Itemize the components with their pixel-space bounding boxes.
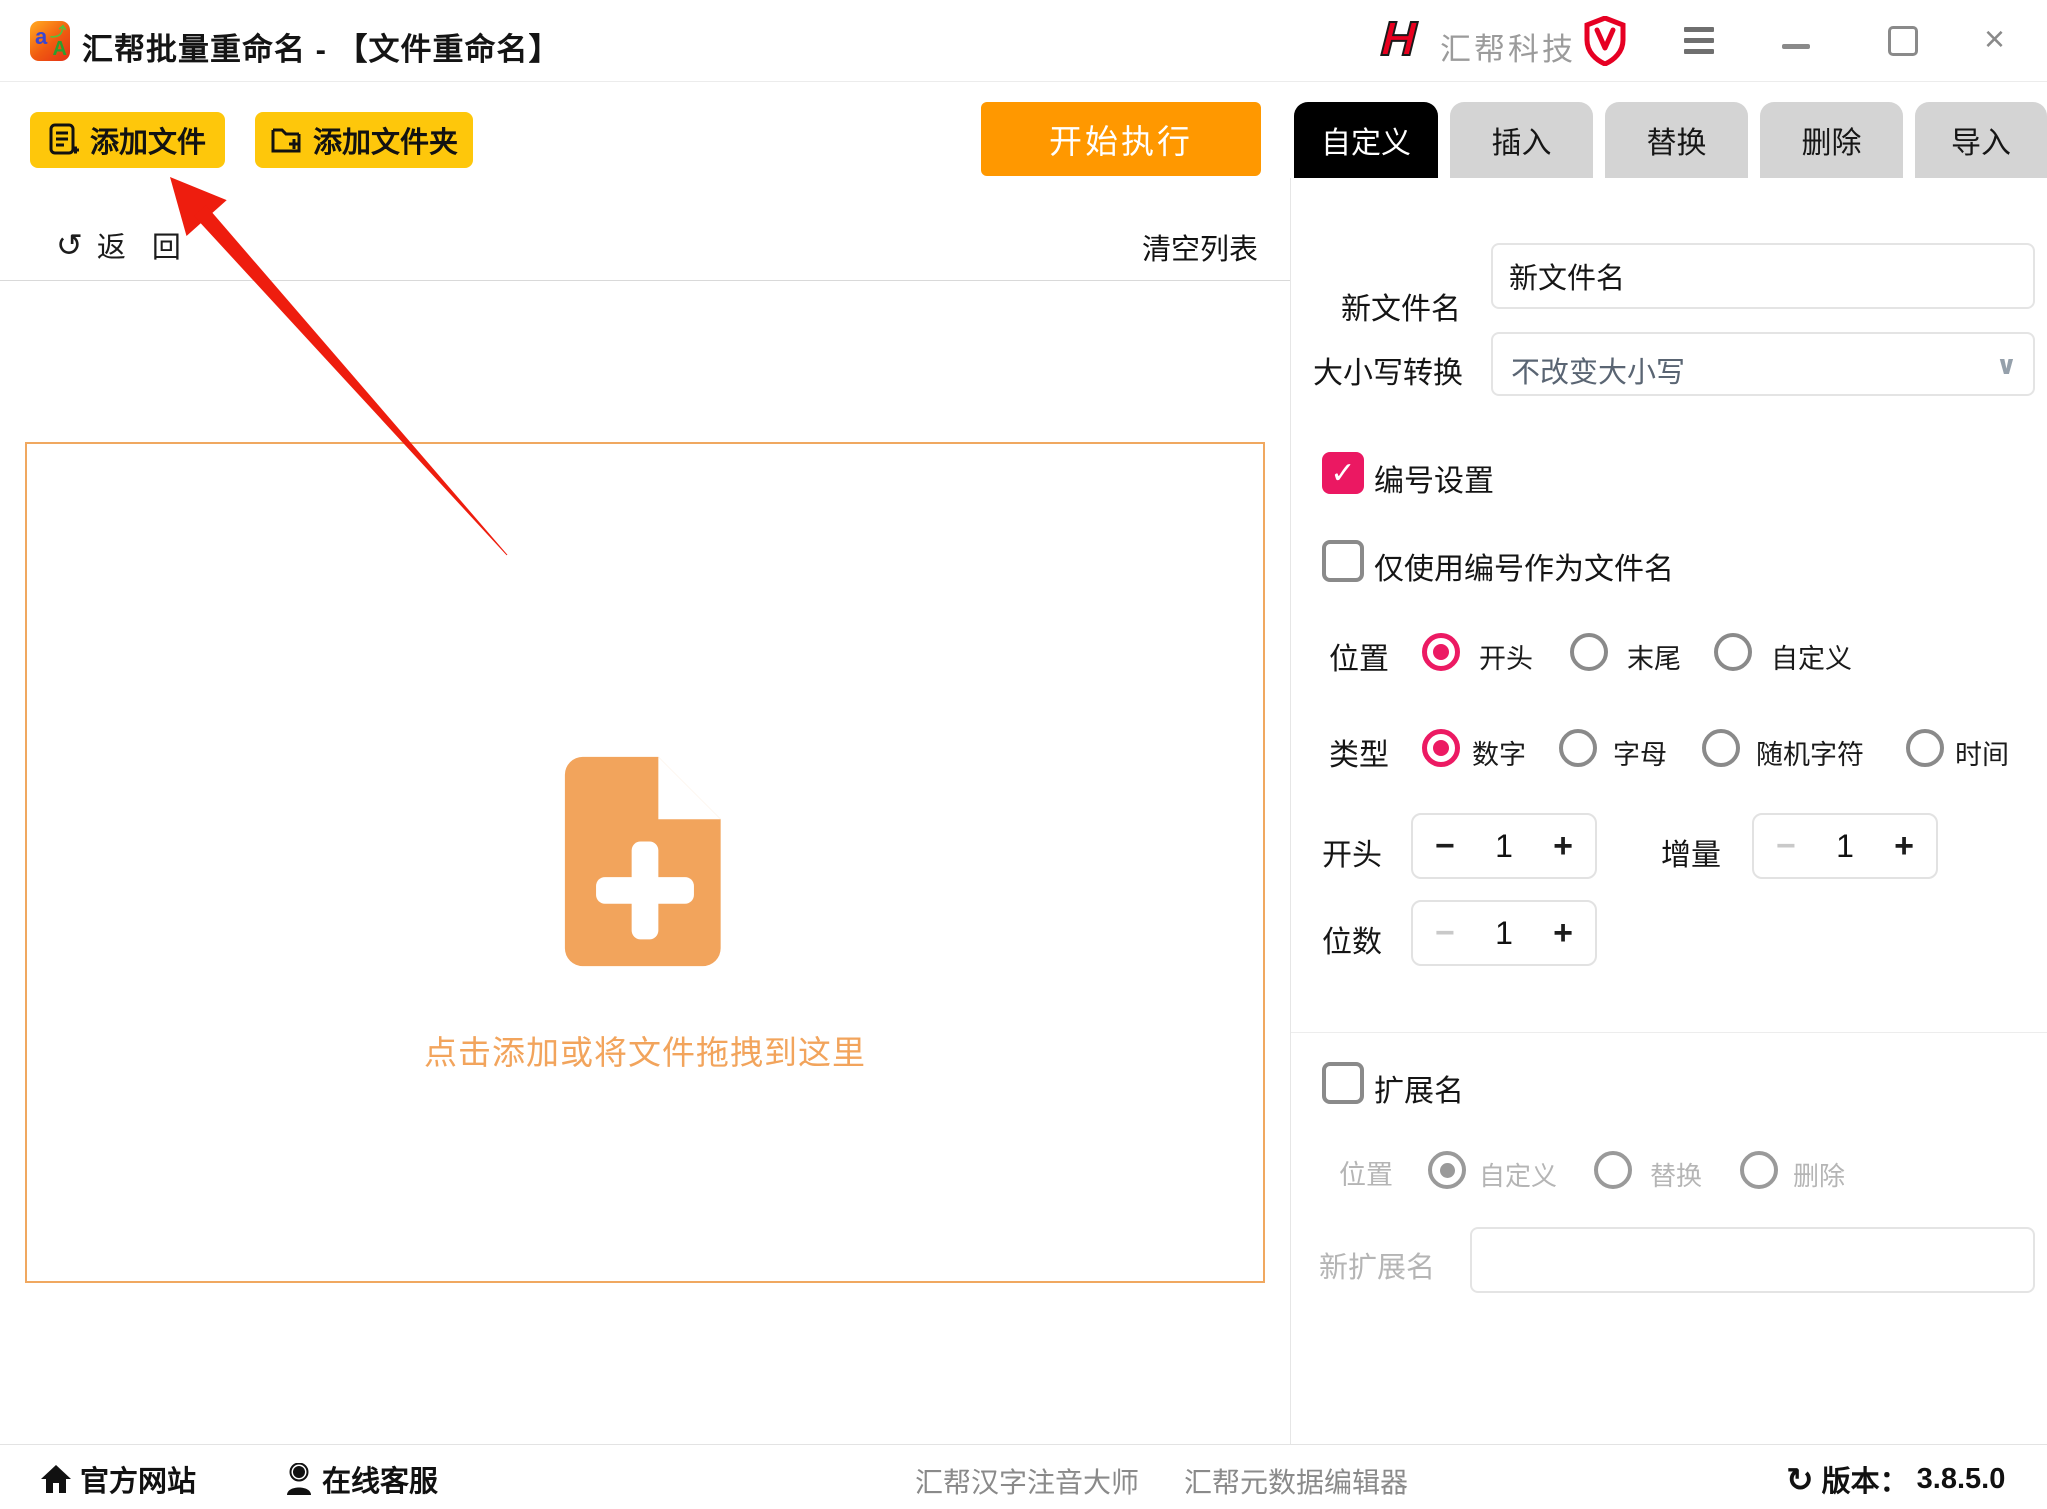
only-number-label: 仅使用编号作为文件名 (1374, 553, 1674, 586)
version-info[interactable]: ↻ 版本： 3.8.5.0 (1786, 1458, 2005, 1500)
start-value[interactable]: 1 (1495, 828, 1513, 865)
case-convert-value: 不改变大小写 (1511, 357, 1686, 389)
digits-stepper: − 1 + (1411, 900, 1597, 966)
extension-label: 扩展名 (1374, 1075, 1464, 1108)
menu-icon[interactable] (1684, 27, 1714, 54)
tab-insert[interactable]: 插入 (1450, 102, 1593, 178)
position-radio-custom[interactable] (1714, 633, 1752, 671)
numbering-label: 编号设置 (1374, 465, 1494, 498)
position-label: 位置 (1329, 643, 1389, 676)
tab-delete[interactable]: 删除 (1760, 102, 1903, 178)
increment-value[interactable]: 1 (1836, 828, 1854, 865)
back-icon: ↺ (56, 227, 83, 263)
only-number-checkbox[interactable] (1322, 540, 1364, 582)
case-convert-label: 大小写转换 (1313, 357, 1463, 390)
add-document-icon (564, 756, 721, 967)
ext-radio-custom[interactable] (1428, 1151, 1466, 1189)
brand-logo-icon: H (1374, 12, 1424, 67)
version-number: 3.8.5.0 (1916, 1462, 2006, 1495)
footer-bar: 官方网站 在线客服 汇帮汉字注音大师 汇帮元数据编辑器 ↻ 版本： 3.8.5.… (0, 1444, 2047, 1509)
tab-replace[interactable]: 替换 (1605, 102, 1748, 178)
back-button[interactable]: ↺ 返 回 (56, 224, 181, 266)
numbering-checkbox[interactable]: ✓ (1322, 452, 1364, 494)
type-radio-letter[interactable] (1559, 729, 1597, 767)
home-icon (41, 1465, 71, 1493)
check-icon: ✓ (1330, 456, 1356, 490)
minimize-button[interactable] (1782, 44, 1810, 49)
metadata-editor-link[interactable]: 汇帮元数据编辑器 (1184, 1461, 1408, 1501)
title-bar: a ⤴ A 汇帮批量重命名 - 【文件重命名】 H 汇帮科技 × (0, 0, 2047, 82)
increment-stepper: − 1 + (1752, 813, 1938, 879)
close-button[interactable]: × (1984, 18, 2005, 60)
position-radio-start[interactable] (1422, 633, 1460, 671)
divider (1291, 1032, 2047, 1033)
maximize-button[interactable] (1888, 26, 1918, 56)
start-label: 开头 (1322, 839, 1382, 872)
refresh-icon: ↻ (1786, 1460, 1814, 1498)
ext-position-label: 位置 (1339, 1160, 1393, 1190)
case-convert-select[interactable]: 不改变大小写 ∨ (1491, 332, 2035, 396)
folder-plus-icon (271, 128, 301, 153)
new-name-field[interactable] (1491, 243, 2035, 309)
online-service-link[interactable]: 在线客服 (284, 1458, 438, 1500)
digits-value[interactable]: 1 (1495, 915, 1513, 952)
window-title: 汇帮批量重命名 - 【文件重命名】 (82, 32, 561, 67)
file-drop-zone[interactable]: 点击添加或将文件拖拽到这里 (25, 442, 1265, 1283)
new-ext-input[interactable] (1472, 1229, 2033, 1291)
add-files-label: 添加文件 (89, 127, 206, 159)
person-icon (287, 1463, 311, 1495)
chevron-down-icon: ∨ (1995, 350, 2017, 380)
type-label: 类型 (1329, 739, 1389, 772)
increment-label: 增量 (1661, 839, 1721, 872)
start-stepper: − 1 + (1411, 813, 1597, 879)
extension-checkbox[interactable] (1322, 1062, 1364, 1104)
ext-radio-replace[interactable] (1594, 1151, 1632, 1189)
add-folder-label: 添加文件夹 (312, 127, 458, 159)
digits-label: 位数 (1322, 926, 1382, 959)
new-ext-label: 新扩展名 (1319, 1252, 1436, 1284)
divider (0, 280, 1290, 281)
type-radio-time[interactable] (1906, 729, 1944, 767)
execute-button[interactable]: 开始执行 (981, 102, 1261, 176)
type-radio-random[interactable] (1702, 729, 1740, 767)
add-files-button[interactable]: 添加文件 (30, 112, 225, 168)
plus-button[interactable]: + (1894, 827, 1914, 866)
tab-custom[interactable]: 自定义 (1294, 102, 1438, 178)
drop-hint-text: 点击添加或将文件拖拽到这里 (424, 1034, 866, 1071)
app-logo-icon: a ⤴ A (30, 21, 70, 61)
minus-button[interactable]: − (1776, 827, 1796, 866)
tab-import[interactable]: 导入 (1915, 102, 2047, 178)
badge-shield-icon (1584, 16, 1626, 66)
type-radio-number[interactable] (1422, 729, 1460, 767)
plus-button[interactable]: + (1553, 827, 1573, 866)
plus-button[interactable]: + (1553, 914, 1573, 953)
new-name-input[interactable] (1493, 245, 2033, 307)
minus-button[interactable]: − (1435, 914, 1455, 953)
add-folder-button[interactable]: 添加文件夹 (255, 112, 473, 168)
official-site-link[interactable]: 官方网站 (40, 1458, 196, 1500)
app-window: a ⤴ A 汇帮批量重命名 - 【文件重命名】 H 汇帮科技 × 添加文件 添加… (0, 0, 2047, 1509)
position-radio-end[interactable] (1570, 633, 1608, 671)
new-name-label: 新文件名 (1341, 293, 1461, 326)
new-ext-field[interactable] (1470, 1227, 2035, 1293)
clear-list-button[interactable]: 清空列表 (1142, 226, 1258, 268)
minus-button[interactable]: − (1435, 827, 1455, 866)
pinyin-master-link[interactable]: 汇帮汉字注音大师 (915, 1461, 1139, 1501)
brand-name: 汇帮科技 (1440, 32, 1576, 67)
ext-radio-delete[interactable] (1740, 1151, 1778, 1189)
file-plus-icon (49, 123, 79, 155)
panel-border (1290, 178, 1291, 1444)
